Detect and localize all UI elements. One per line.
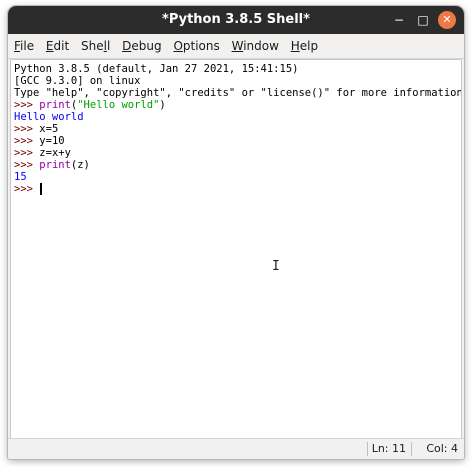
code-text: y=10 [39, 135, 65, 147]
input-line: >>> print(z) [14, 159, 461, 171]
menu-edit-label: dit [53, 39, 70, 53]
idle-shell-window: *Python 3.8.5 Shell* − □ ✕ File Edit She… [8, 6, 464, 459]
menu-shell[interactable]: Shell [78, 34, 113, 58]
builtin-keyword: print [39, 159, 71, 171]
output-line: 15 [14, 171, 27, 183]
column-number-indicator: Col: 4 [426, 442, 458, 455]
output-line: Hello world [14, 111, 84, 123]
menu-options[interactable]: Options [170, 34, 222, 58]
prompt: >>> [14, 135, 40, 147]
builtin-keyword: print [39, 99, 71, 111]
ibeam-cursor-icon: I [272, 259, 280, 274]
menu-edit[interactable]: Edit [43, 34, 72, 58]
menu-window-label: indow [243, 39, 279, 53]
prompt: >>> [14, 99, 40, 111]
menu-file[interactable]: File [11, 34, 37, 58]
input-line: >>> print("Hello world") [14, 99, 461, 111]
menu-bar: File Edit Shell Debug Options Window Hel… [8, 34, 464, 59]
menu-options-mnemonic: O [173, 39, 183, 53]
menu-shell-label-end: l [106, 39, 111, 53]
status-bar: Ln: 11 Col: 4 [8, 438, 464, 459]
banner-line: [GCC 9.3.0] on linux [14, 75, 141, 87]
maximize-icon[interactable]: □ [414, 11, 432, 29]
code-text: z=x+y [39, 147, 71, 159]
code-text: (z) [70, 159, 90, 171]
input-line: >>> y=10 [14, 135, 461, 147]
prompt: >>> [14, 123, 40, 135]
menu-edit-mnemonic: E [45, 39, 54, 53]
minimize-icon[interactable]: − [390, 11, 408, 29]
prompt: >>> [14, 183, 40, 195]
menu-options-label: ptions [182, 39, 220, 53]
prompt: >>> [14, 147, 40, 159]
banner-line: Python 3.8.5 (default, Jan 27 2021, 15:4… [14, 63, 299, 75]
menu-help-label: elp [299, 39, 319, 53]
menu-window[interactable]: Window [229, 34, 282, 58]
title-bar[interactable]: *Python 3.8.5 Shell* − □ ✕ [8, 6, 464, 34]
text-cursor [40, 183, 42, 195]
string-literal: "Hello world" [77, 99, 160, 111]
menu-debug-label: ebug [131, 39, 162, 53]
menu-window-mnemonic: W [231, 39, 244, 53]
menu-debug-mnemonic: D [122, 39, 132, 53]
status-divider [411, 442, 412, 456]
banner-line: Type "help", "copyright", "credits" or "… [14, 87, 462, 99]
shell-text-area[interactable]: Python 3.8.5 (default, Jan 27 2021, 15:4… [10, 59, 462, 439]
menu-shell-label-start: She [81, 39, 104, 53]
prompt: >>> [14, 159, 40, 171]
menu-debug[interactable]: Debug [119, 34, 164, 58]
menu-help[interactable]: Help [288, 34, 321, 58]
code-text: x=5 [39, 123, 59, 135]
input-line: >>> z=x+y [14, 147, 461, 159]
menu-help-mnemonic: H [290, 39, 300, 53]
line-number-indicator: Ln: 11 [371, 442, 406, 455]
code-text: ) [159, 99, 166, 111]
close-icon[interactable]: ✕ [438, 11, 456, 29]
status-divider [367, 442, 368, 456]
current-input-line[interactable]: >>> [14, 183, 461, 195]
input-line: >>> x=5 [14, 123, 461, 135]
menu-file-label: ile [20, 39, 35, 53]
